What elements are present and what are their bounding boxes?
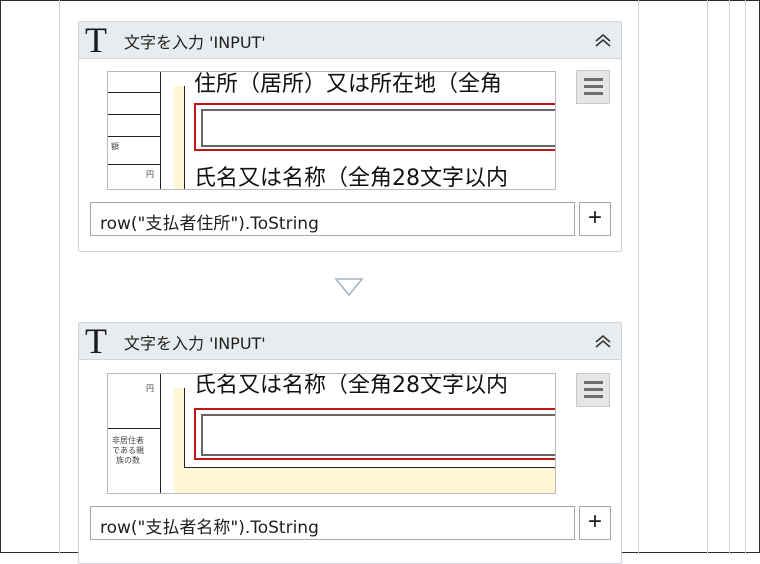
preview-text-top: 氏名又は名称（全角28文字以内 xyxy=(194,373,508,398)
form-small-label: 額 xyxy=(111,142,119,151)
menu-button[interactable] xyxy=(576,70,610,104)
left-gutter-line xyxy=(59,0,60,553)
form-line xyxy=(184,467,555,468)
text-expression-input[interactable]: row("支払者名称").ToString xyxy=(90,506,575,540)
screenshot-preview: 額 円 住所（居所）又は所在地（全角 氏名又は名称（全角28文字以内 xyxy=(107,71,556,190)
form-small-label: 円 xyxy=(146,170,154,179)
form-line xyxy=(108,164,160,165)
activity-title: 文字を入力 'INPUT' xyxy=(124,334,266,353)
form-line xyxy=(108,114,160,115)
target-highlight-box xyxy=(194,103,555,151)
form-line xyxy=(108,92,160,93)
flow-arrow-down-icon xyxy=(334,278,364,297)
highlight-area xyxy=(174,467,555,493)
collapse-chevron-icon xyxy=(595,334,611,348)
right-panel-line xyxy=(745,0,746,553)
collapse-button[interactable] xyxy=(590,27,616,53)
activity-title: 文字を入力 'INPUT' xyxy=(124,33,266,52)
text-expression-input[interactable]: row("支払者住所").ToString xyxy=(90,202,575,236)
form-line xyxy=(184,86,185,189)
collapse-chevron-icon xyxy=(595,33,611,47)
activity-header[interactable]: T 文字を入力 'INPUT' xyxy=(79,22,621,59)
plus-button[interactable]: + xyxy=(579,506,611,540)
text-type-icon: T xyxy=(85,321,107,361)
collapse-button[interactable] xyxy=(590,328,616,354)
right-panel-line xyxy=(729,0,730,553)
hamburger-menu-icon xyxy=(584,381,603,384)
form-line xyxy=(108,136,160,137)
hamburger-menu-icon xyxy=(584,78,603,81)
target-highlight-box xyxy=(194,408,555,460)
text-type-icon: T xyxy=(85,20,107,60)
right-panel-line xyxy=(638,0,639,553)
highlight-stripe xyxy=(174,86,184,189)
preview-text-bottom: 氏名又は名称（全角28文字以内 xyxy=(194,166,508,190)
form-line xyxy=(160,374,161,493)
screenshot-preview: 円 非居住者である親族の数 氏名又は名称（全角28文字以内 xyxy=(107,373,556,494)
menu-button[interactable] xyxy=(576,373,610,407)
right-panel-line xyxy=(707,0,708,553)
form-small-label: 非居住者である親族の数 xyxy=(112,436,144,465)
form-line xyxy=(184,388,185,468)
plus-button[interactable]: + xyxy=(579,202,611,236)
form-line xyxy=(160,72,161,189)
type-into-activity-1[interactable]: T 文字を入力 'INPUT' 額 円 住所（居所）又は所在地（全角 氏名又は名… xyxy=(78,21,622,252)
form-small-label: 円 xyxy=(146,384,154,393)
activity-header[interactable]: T 文字を入力 'INPUT' xyxy=(79,323,621,360)
form-line xyxy=(108,428,160,429)
type-into-activity-2[interactable]: T 文字を入力 'INPUT' 円 非居住者である親族の数 氏名又は名称（全角2… xyxy=(78,322,622,564)
preview-text-top: 住所（居所）又は所在地（全角 xyxy=(194,72,503,97)
